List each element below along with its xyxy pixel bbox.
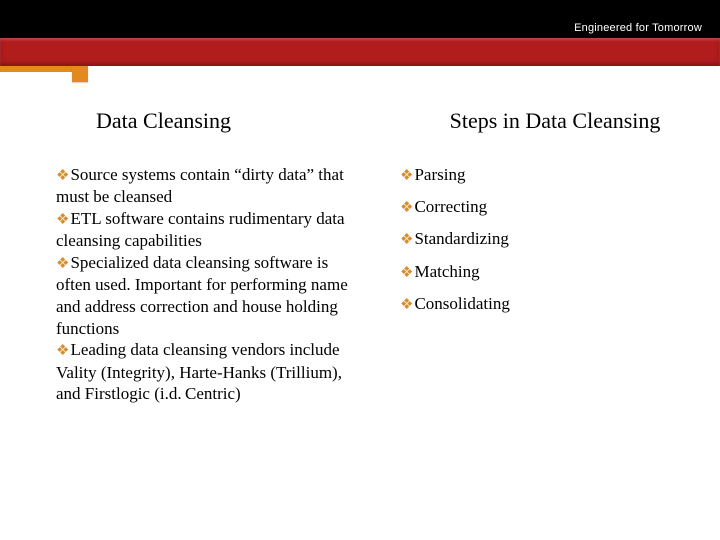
list-item: ❖Parsing	[400, 164, 700, 186]
list-item: ❖Specialized data cleansing software is …	[56, 253, 348, 338]
bullet-text: Parsing	[414, 165, 465, 184]
list-item: ❖Leading data cleansing vendors include …	[56, 340, 342, 403]
accent-block	[72, 66, 88, 82]
list-item: ❖Consolidating	[400, 293, 700, 315]
accent-tail	[0, 66, 72, 72]
right-bullets: ❖Parsing ❖Correcting ❖Standardizing ❖Mat…	[400, 164, 700, 315]
bullet-text: Consolidating	[414, 294, 509, 313]
diamond-bullet-icon: ❖	[56, 342, 69, 361]
list-item: ❖ETL software contains rudimentary data …	[56, 209, 345, 250]
header-red-band	[0, 38, 720, 66]
bullet-text: Correcting	[414, 197, 487, 216]
diamond-bullet-icon: ❖	[400, 199, 413, 218]
bullet-text: Matching	[414, 262, 479, 281]
list-item: ❖Source systems contain “dirty data” tha…	[56, 165, 344, 206]
left-bullets: ❖Source systems contain “dirty data” tha…	[56, 164, 360, 405]
bullet-text: ETL software contains rudimentary data c…	[56, 209, 345, 250]
right-column: Steps in Data Cleansing ❖Parsing ❖Correc…	[370, 108, 720, 405]
bullet-text: Standardizing	[414, 229, 508, 248]
list-item: ❖Correcting	[400, 196, 700, 218]
right-heading: Steps in Data Cleansing	[410, 108, 700, 134]
slide-body: Data Cleansing ❖Source systems contain “…	[0, 108, 720, 405]
diamond-bullet-icon: ❖	[56, 211, 69, 230]
list-item: ❖Matching	[400, 261, 700, 283]
diamond-bullet-icon: ❖	[400, 231, 413, 250]
diamond-bullet-icon: ❖	[400, 264, 413, 283]
list-item: ❖Standardizing	[400, 228, 700, 250]
bullet-text: Leading data cleansing vendors include V…	[56, 340, 342, 403]
diamond-bullet-icon: ❖	[56, 255, 69, 274]
left-column: Data Cleansing ❖Source systems contain “…	[0, 108, 370, 405]
bullet-text: Specialized data cleansing software is o…	[56, 253, 348, 338]
left-heading: Data Cleansing	[96, 108, 360, 134]
bullet-text: Source systems contain “dirty data” that…	[56, 165, 344, 206]
diamond-bullet-icon: ❖	[400, 296, 413, 315]
header-tagline: Engineered for Tomorrow	[574, 22, 702, 34]
diamond-bullet-icon: ❖	[400, 167, 413, 186]
diamond-bullet-icon: ❖	[56, 167, 69, 186]
